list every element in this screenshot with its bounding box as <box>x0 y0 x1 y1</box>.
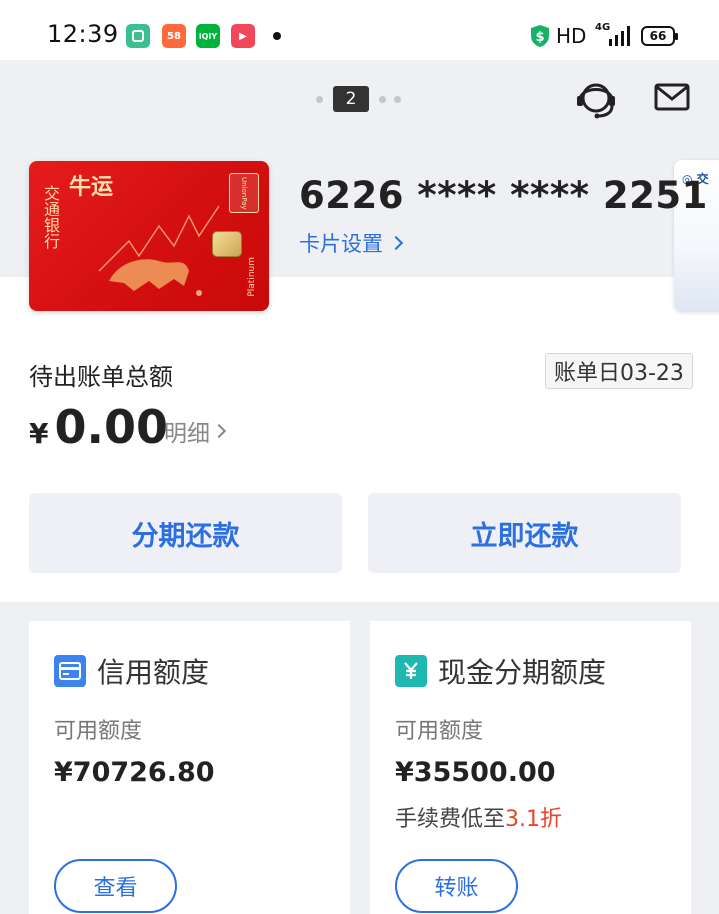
yuan-icon <box>395 655 427 687</box>
pager-dot <box>394 95 401 103</box>
message-mail-icon[interactable] <box>654 82 690 112</box>
bill-detail-link[interactable]: 明细 <box>164 414 227 448</box>
credit-limit-card: 信用额度 可用额度 ¥70726.80 查看 <box>29 621 350 914</box>
cash-available-label: 可用额度 <box>395 719 484 744</box>
card-number: 6226 **** **** 2251 <box>299 174 708 217</box>
card-calligraphy: 牛运 <box>69 174 114 200</box>
transfer-button[interactable]: 转账 <box>395 859 518 913</box>
cash-limit-title: 现金分期额度 <box>438 656 607 689</box>
status-bar: 12:39 58 iQIY ▶ $ HD 4G 66 <box>0 0 719 60</box>
view-limit-button[interactable]: 查看 <box>54 859 177 913</box>
hd-indicator: HD <box>556 24 587 48</box>
detail-label: 明细 <box>164 421 210 447</box>
customer-service-icon[interactable] <box>574 76 618 120</box>
cash-available-value: ¥35500.00 <box>395 757 556 788</box>
app-58-icon: 58 <box>162 24 186 48</box>
battery-icon: 66 <box>641 26 678 46</box>
card-bank-logo: 交通银行 <box>41 185 60 249</box>
card-tier: Platinum <box>247 257 257 297</box>
available-limit-label: 可用额度 <box>54 719 143 744</box>
app-iqiyi-icon: iQIY <box>196 24 220 48</box>
status-time: 12:39 <box>47 20 119 48</box>
credit-card-image[interactable]: 交通银行 牛运 UnionPay Platinum <box>29 161 269 311</box>
cash-installment-card: 现金分期额度 可用额度 ¥35500.00 手续费低至3.1折 转账 <box>370 621 691 914</box>
pager-dot <box>379 95 386 103</box>
pager-current: 2 <box>333 86 369 112</box>
security-shield-icon: $ <box>531 25 549 47</box>
credit-limit-title: 信用额度 <box>97 656 210 689</box>
card-pager[interactable]: 2 <box>312 86 405 112</box>
pager-dot <box>316 95 323 103</box>
unionpay-logo: UnionPay <box>229 173 259 213</box>
card-settings-label: 卡片设置 <box>299 232 383 256</box>
pending-bill-label: 待出账单总额 <box>29 363 173 391</box>
available-limit-value: ¥70726.80 <box>54 757 215 788</box>
signal-icon <box>609 26 630 46</box>
fee-note-prefix: 手续费低至 <box>395 807 506 832</box>
fee-discount: 3.1折 <box>505 807 563 832</box>
app-video-icon: ▶ <box>231 24 255 48</box>
currency-symbol: ¥ <box>29 417 49 450</box>
chevron-right-icon <box>211 423 227 439</box>
card-ox-artwork <box>98 205 220 296</box>
card-settings-link[interactable]: 卡片设置 <box>299 228 404 258</box>
screen: 12:39 58 iQIY ▶ $ HD 4G 66 2 交通银行 牛运 Uni… <box>0 0 719 914</box>
repay-now-button[interactable]: 立即还款 <box>368 493 681 573</box>
chevron-right-icon <box>388 235 404 251</box>
credit-card-icon <box>54 655 86 687</box>
app-notification-icon <box>126 24 150 48</box>
more-notifications-icon <box>273 32 281 40</box>
card-chip <box>212 231 242 257</box>
fee-promo-note: 手续费低至3.1折 <box>395 801 562 833</box>
amount-value: 0.00 <box>54 400 168 454</box>
installment-repay-button[interactable]: 分期还款 <box>29 493 342 573</box>
svg-text:$: $ <box>535 30 544 45</box>
bill-date-badge: 账单日03-23 <box>545 353 693 389</box>
bill-amount: ¥ 0.00 <box>29 400 168 454</box>
